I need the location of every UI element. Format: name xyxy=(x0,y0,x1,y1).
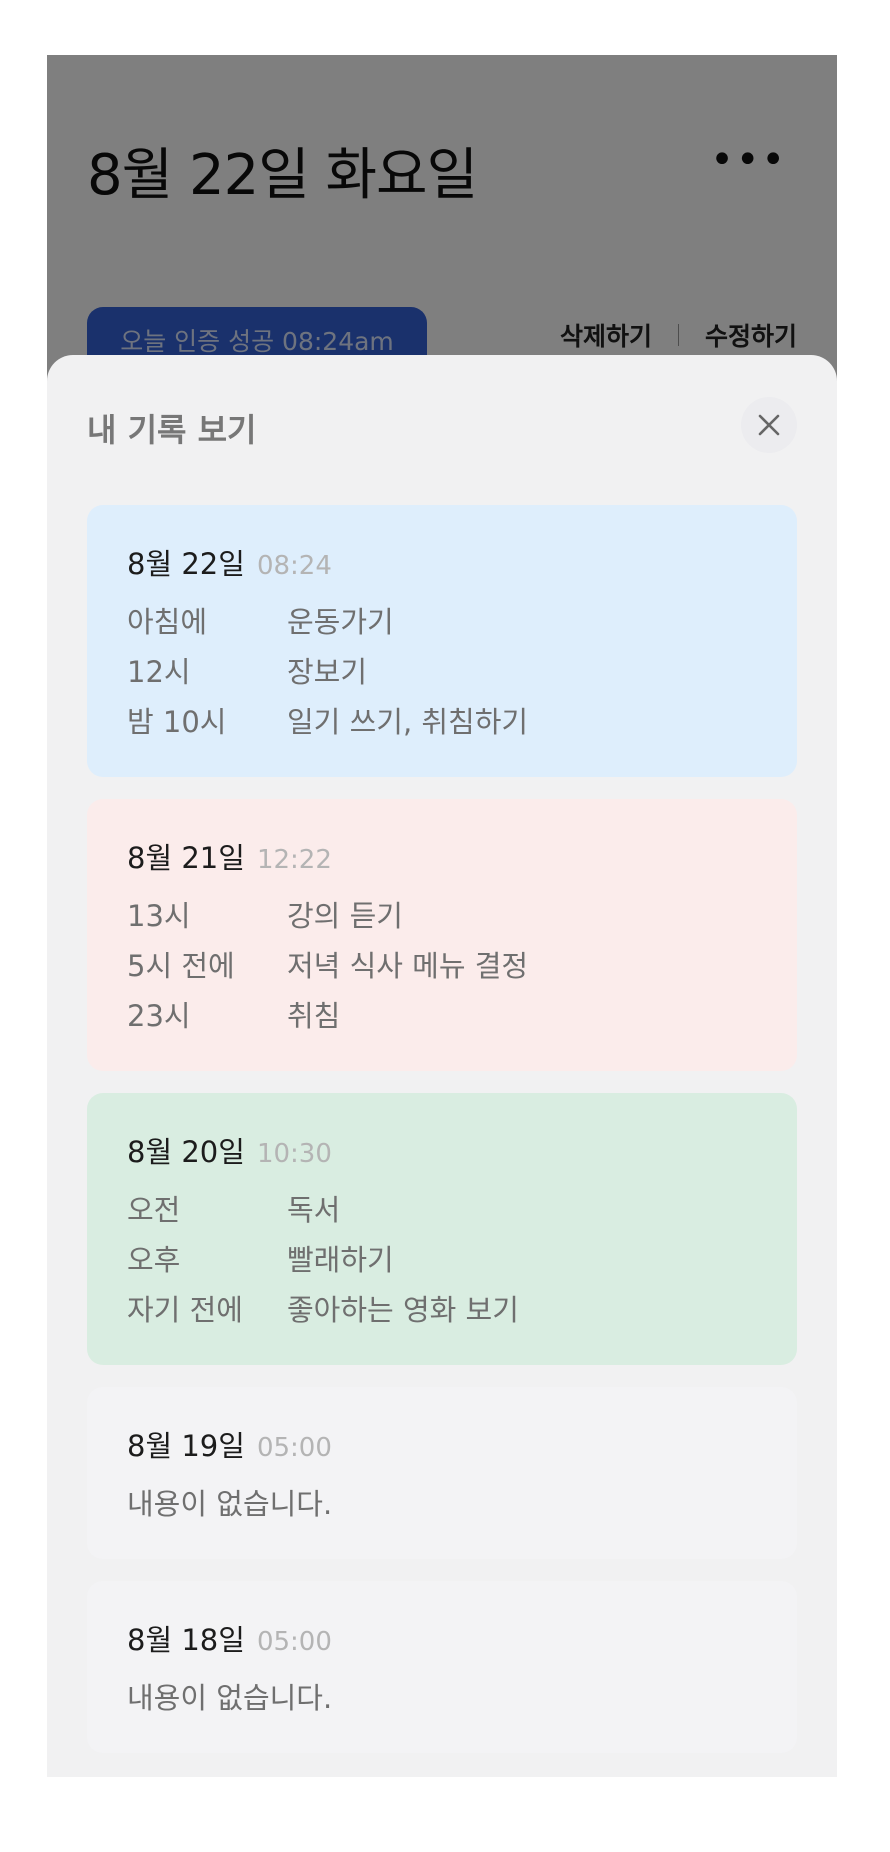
record-when: 밤 10시 xyxy=(127,705,227,739)
record-what: 좋아하는 영화 보기 xyxy=(287,1293,519,1327)
record-row: 밤 10시 일기 쓰기, 취침하기 xyxy=(127,697,757,747)
record-row: 13시 강의 듣기 xyxy=(127,891,757,941)
record-row: 자기 전에 좋아하는 영화 보기 xyxy=(127,1285,757,1335)
close-button[interactable] xyxy=(741,397,797,453)
record-when: 12시 xyxy=(127,655,191,689)
record-time: 08:24 xyxy=(256,551,332,581)
record-card[interactable]: 8월 22일 08:24 아침에 운동가기 12시 장보기 밤 10시 일기 쓰기, … xyxy=(87,505,797,777)
record-row: 23시 취침 xyxy=(127,991,757,1041)
records-bottom-sheet: 내 기록 보기 8월 22일 08:24 아침에 운동가기 12시 장보기 밤 10… xyxy=(47,355,837,1777)
record-what: 독서 xyxy=(287,1193,341,1227)
record-card[interactable]: 8월 21일 12:22 13시 강의 듣기 5시 전에 저녁 식사 메뉴 결정 2… xyxy=(87,799,797,1071)
record-what: 취침 xyxy=(287,999,341,1033)
record-what: 빨래하기 xyxy=(287,1243,394,1277)
record-card[interactable]: 8월 20일 10:30 오전 독서 오후 빨래하기 자기 전에 좋아하는 영화 보기 xyxy=(87,1093,797,1365)
record-what: 장보기 xyxy=(287,655,368,689)
record-date: 8월 20일 xyxy=(127,1135,245,1169)
record-time: 12:22 xyxy=(256,845,332,875)
record-row: 오전 독서 xyxy=(127,1185,757,1235)
record-when: 아침에 xyxy=(127,605,208,639)
sheet-title: 내 기록 보기 xyxy=(87,411,257,449)
record-time: 05:00 xyxy=(256,1627,332,1657)
record-date: 8월 22일 xyxy=(127,547,245,581)
record-what: 강의 듣기 xyxy=(287,899,403,933)
record-card[interactable]: 8월 19일 05:00 내용이 없습니다. xyxy=(87,1387,797,1559)
record-when: 23시 xyxy=(127,999,191,1033)
record-when: 5시 전에 xyxy=(127,949,235,983)
record-when: 13시 xyxy=(127,899,191,933)
record-row: 12시 장보기 xyxy=(127,647,757,697)
record-date: 8월 21일 xyxy=(127,841,245,875)
empty-message: 내용이 없습니다. xyxy=(127,1681,333,1715)
record-when: 오전 xyxy=(127,1193,181,1227)
record-when: 자기 전에 xyxy=(127,1293,243,1327)
record-date: 8월 18일 xyxy=(127,1623,245,1657)
record-list: 8월 22일 08:24 아침에 운동가기 12시 장보기 밤 10시 일기 쓰기, … xyxy=(87,505,797,1775)
close-icon xyxy=(758,414,780,436)
record-time: 05:00 xyxy=(256,1433,332,1463)
record-time: 10:30 xyxy=(256,1139,332,1169)
empty-message: 내용이 없습니다. xyxy=(127,1487,333,1521)
record-row: 5시 전에 저녁 식사 메뉴 결정 xyxy=(127,941,757,991)
record-card[interactable]: 8월 18일 05:00 내용이 없습니다. xyxy=(87,1581,797,1753)
record-when: 오후 xyxy=(127,1243,181,1277)
record-what: 일기 쓰기, 취침하기 xyxy=(287,705,529,739)
record-date: 8월 19일 xyxy=(127,1429,245,1463)
record-row: 아침에 운동가기 xyxy=(127,597,757,647)
record-what: 저녁 식사 메뉴 결정 xyxy=(287,949,529,983)
record-row: 오후 빨래하기 xyxy=(127,1235,757,1285)
record-what: 운동가기 xyxy=(287,605,394,639)
app-screen: 8월 22일 화요일 ••• 오늘 인증 성공 08:24am 삭제하기 수정하… xyxy=(47,55,837,1777)
